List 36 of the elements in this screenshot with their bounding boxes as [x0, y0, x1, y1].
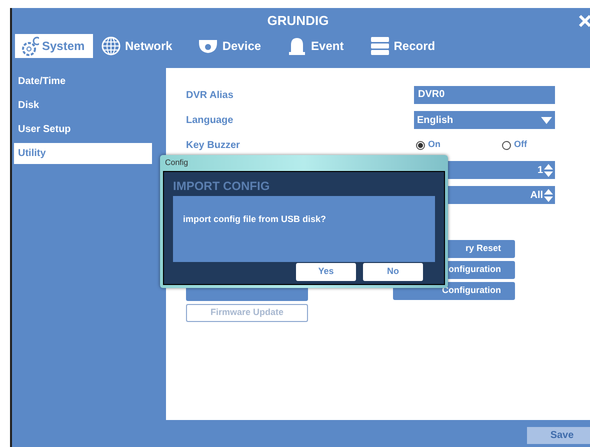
gear-icon [19, 36, 39, 56]
tab[interactable]: Device [194, 34, 266, 58]
spinner-value: 1 [537, 164, 543, 178]
window-title: GRUNDIG [267, 12, 329, 30]
up-down-arrows-icon[interactable] [544, 164, 553, 176]
tab[interactable]: System [15, 34, 93, 58]
setting-label: Language [186, 114, 234, 126]
setting-label: Key Buzzer [186, 140, 240, 150]
radio-option[interactable]: On [416, 138, 466, 152]
tab[interactable]: Network [97, 34, 176, 58]
spinner-value: All [530, 188, 543, 202]
tab[interactable]: Event [283, 34, 348, 58]
radio-option[interactable]: Off [502, 138, 552, 152]
sidebar-item[interactable]: Disk [14, 95, 166, 116]
caret-icon [541, 116, 552, 124]
dialog-button[interactable]: Yes [296, 263, 356, 281]
dialog-message: import config file from USB disk? [183, 214, 326, 224]
dialog-window-title: Config [164, 157, 190, 169]
text-field[interactable]: DVR0 [414, 86, 555, 104]
tab[interactable]: Record [366, 34, 440, 58]
sidebar-item[interactable]: Utility [14, 143, 152, 164]
radio-button[interactable] [502, 140, 511, 150]
dropdown-value: English [417, 114, 454, 128]
utility-button[interactable]: Firmware Update [186, 304, 308, 322]
radio-button[interactable] [416, 140, 425, 150]
stack-icon [370, 36, 390, 56]
bell-icon [287, 36, 308, 56]
sidebar-item[interactable]: User Setup [14, 119, 166, 140]
dialog-title: IMPORT CONFIG [173, 178, 271, 195]
setting-label: DVR Alias [186, 90, 234, 100]
up-down-arrows-icon[interactable] [544, 188, 553, 202]
close-icon[interactable] [578, 14, 590, 28]
dialog-button[interactable]: No [363, 263, 423, 281]
dropdown[interactable]: English [414, 111, 555, 129]
globe-icon [101, 36, 121, 56]
sidebar-item[interactable]: Date/Time [14, 71, 166, 92]
